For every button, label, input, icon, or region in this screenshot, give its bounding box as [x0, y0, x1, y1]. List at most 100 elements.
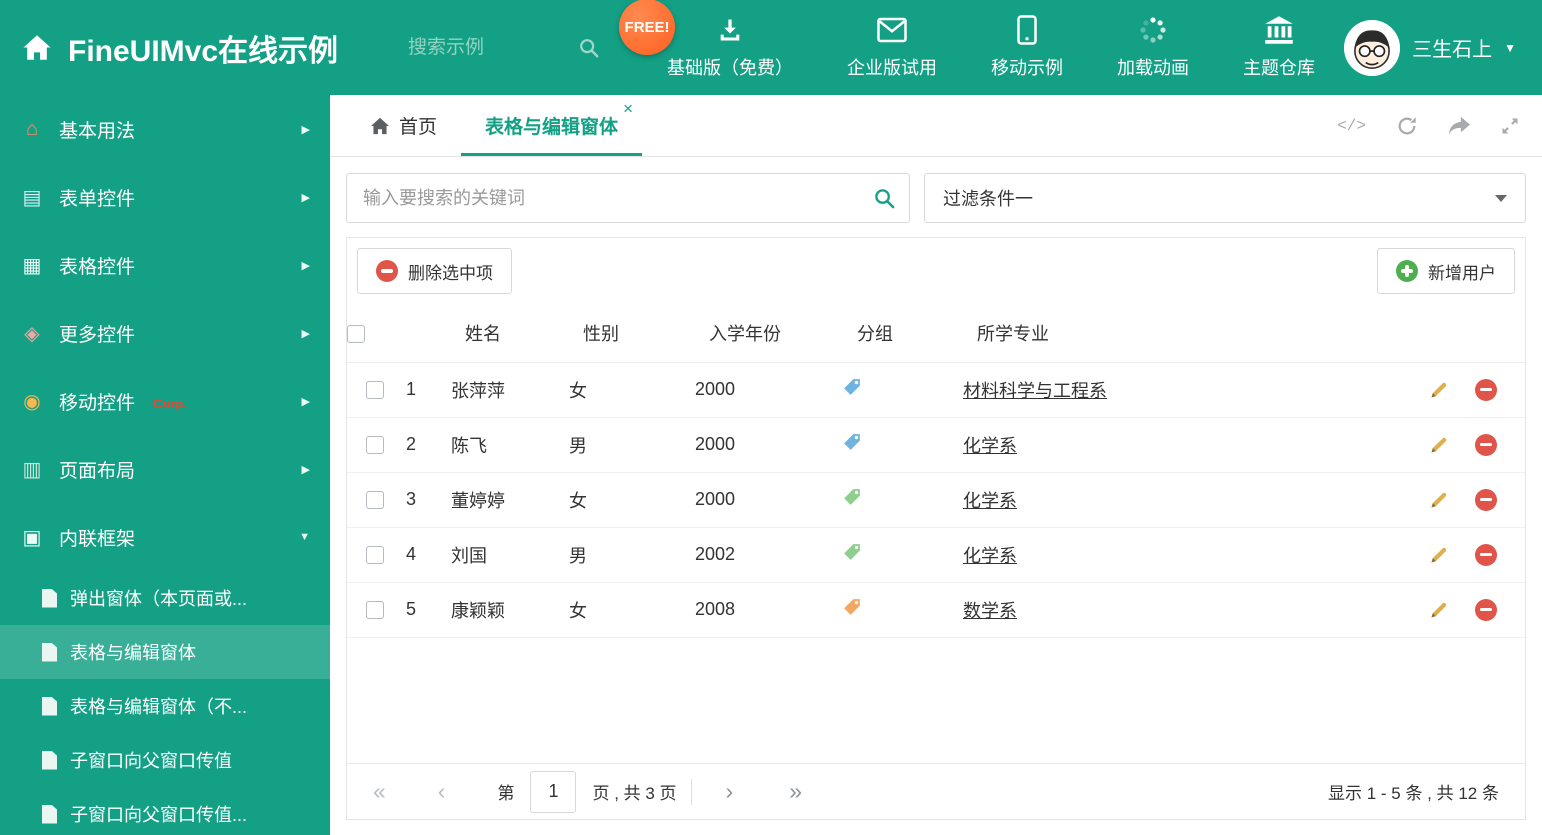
- sidebar-subitem-grid-edit-window-2[interactable]: 表格与编辑窗体（不...: [0, 679, 330, 733]
- col-name: 姓名: [447, 304, 565, 363]
- major-link[interactable]: 化学系: [963, 546, 1017, 566]
- select-all-checkbox[interactable]: [347, 324, 365, 343]
- chevron-down-icon: ▼: [299, 531, 310, 543]
- nav-item-basic-edition[interactable]: FREE! 基础版（免费）: [619, 0, 793, 80]
- tag-icon: [844, 544, 860, 560]
- delete-row-button[interactable]: [1475, 378, 1497, 401]
- page-content: 过滤条件一 删除选中项 新增用户: [330, 157, 1542, 835]
- row-number: 1: [402, 362, 447, 418]
- search-icon[interactable]: [873, 187, 896, 215]
- delete-row-button[interactable]: [1475, 488, 1497, 511]
- delete-row-button[interactable]: [1475, 433, 1497, 456]
- cell-gender: 女: [565, 472, 691, 528]
- row-checkbox[interactable]: [365, 546, 384, 565]
- filter-row: 过滤条件一: [346, 173, 1526, 223]
- prev-page-button[interactable]: ‹: [438, 780, 446, 803]
- sidebar-item-more-controls[interactable]: ◈ 更多控件 ▶: [0, 299, 330, 367]
- major-link[interactable]: 材料科学与工程系: [963, 381, 1107, 401]
- col-major: 所学专业: [959, 304, 1407, 363]
- filter-dropdown[interactable]: 过滤条件一: [924, 173, 1526, 223]
- cell-name: 董婷婷: [447, 472, 565, 528]
- tab-grid-edit-window[interactable]: 表格与编辑窗体 ×: [461, 95, 642, 156]
- home-icon: ⌂: [25, 117, 39, 140]
- delete-row-button[interactable]: [1475, 543, 1497, 566]
- user-name: 三生石上: [1412, 39, 1493, 61]
- sidebar-item-mobile-controls[interactable]: ◉ 移动控件 Corp. ▶: [0, 367, 330, 435]
- main-area: 首页 表格与编辑窗体 × </> 输入要搜索的关键词 过滤条件一 删除选中项 新…: [330, 95, 1542, 835]
- source-code-icon[interactable]: </>: [1337, 117, 1366, 135]
- page-number-input[interactable]: [530, 770, 577, 813]
- divider: [690, 778, 692, 805]
- user-menu[interactable]: 三生石上 ▼: [1344, 19, 1542, 76]
- keyword-search-input[interactable]: [346, 173, 910, 223]
- free-badge: FREE!: [619, 0, 676, 55]
- major-link[interactable]: 化学系: [963, 436, 1017, 456]
- header-search-input[interactable]: [408, 36, 538, 59]
- search-icon[interactable]: [578, 37, 600, 59]
- keyword-search: [346, 173, 910, 223]
- sidebar-item-form-controls[interactable]: ▤ 表单控件 ▶: [0, 163, 330, 231]
- sidebar-item-grid-controls[interactable]: ▦ 表格控件 ▶: [0, 231, 330, 299]
- sidebar-subitem-grid-edit-window[interactable]: 表格与编辑窗体: [0, 625, 330, 679]
- app-logo[interactable]: FineUIMvc在线示例: [0, 26, 408, 70]
- chevron-right-icon: ▶: [301, 327, 310, 340]
- delete-selected-button[interactable]: 删除选中项: [357, 248, 512, 294]
- edit-button[interactable]: [1429, 545, 1449, 565]
- tag-icon: [844, 379, 860, 395]
- refresh-icon[interactable]: [1396, 115, 1418, 137]
- nav-item-theme-repo[interactable]: 主题仓库: [1243, 15, 1315, 80]
- envelope-icon: [877, 15, 907, 45]
- expand-icon[interactable]: [1500, 116, 1520, 136]
- nav-item-enterprise-trial[interactable]: 企业版试用: [847, 15, 937, 80]
- row-checkbox[interactable]: [365, 491, 384, 510]
- cell-gender: 男: [565, 417, 691, 473]
- row-checkbox[interactable]: [365, 601, 384, 620]
- edit-button[interactable]: [1429, 600, 1449, 620]
- sidebar-subitem-child-to-parent[interactable]: 子窗口向父窗口传值: [0, 733, 330, 787]
- cell-year: 2000: [691, 472, 839, 528]
- sidebar-subitem-popup-window[interactable]: 弹出窗体（本页面或...: [0, 571, 330, 625]
- sidebar-item-page-layout[interactable]: ▥ 页面布局 ▶: [0, 435, 330, 503]
- nav-item-loading-animation[interactable]: 加载动画: [1117, 15, 1189, 80]
- close-icon[interactable]: ×: [623, 100, 633, 117]
- major-link[interactable]: 化学系: [963, 491, 1017, 511]
- table-row: 5 康颖颖 女 2008 数学系: [347, 582, 1525, 638]
- edit-button[interactable]: [1429, 490, 1449, 510]
- first-page-button[interactable]: «: [373, 780, 386, 803]
- major-link[interactable]: 数学系: [963, 601, 1017, 621]
- tab-tools: </>: [1337, 95, 1542, 156]
- app-title: FineUIMvc在线示例: [68, 34, 339, 68]
- grid-panel: 删除选中项 新增用户 姓名 性别 入学年份 分组 所学专业 1 张萍萍 女 20…: [346, 237, 1526, 820]
- page-label-suffix: 页 , 共 3 页: [592, 784, 677, 803]
- row-number: 5: [402, 582, 447, 638]
- file-icon: [42, 750, 57, 770]
- share-icon[interactable]: [1448, 116, 1470, 136]
- sidebar-subitem-child-to-parent-2[interactable]: 子窗口向父窗口传值...: [0, 787, 330, 835]
- tab-home[interactable]: 首页: [346, 95, 461, 156]
- last-page-button[interactable]: »: [789, 780, 802, 803]
- edit-button[interactable]: [1429, 435, 1449, 455]
- edit-button[interactable]: [1429, 380, 1449, 400]
- sidebar-item-inline-frame[interactable]: ▣ 内联框架 ▼: [0, 503, 330, 571]
- avatar: [1344, 19, 1401, 76]
- delete-row-button[interactable]: [1475, 598, 1497, 621]
- nav-item-mobile-demo[interactable]: 移动示例: [991, 15, 1063, 80]
- tag-icon: [844, 489, 860, 505]
- add-user-button[interactable]: 新增用户: [1377, 248, 1515, 294]
- signal-icon: ◉: [23, 390, 41, 413]
- row-checkbox[interactable]: [365, 436, 384, 455]
- spinner-icon: [1138, 15, 1168, 45]
- data-table: 姓名 性别 入学年份 分组 所学专业 1 张萍萍 女 2000 材料科学与工程系…: [347, 304, 1525, 638]
- file-icon: [42, 588, 57, 608]
- col-group: 分组: [839, 304, 959, 363]
- home-icon: [23, 35, 51, 60]
- sidebar-item-basic-usage[interactable]: ⌂ 基本用法 ▶: [0, 95, 330, 163]
- row-number: 3: [402, 472, 447, 528]
- caret-down-icon: [1495, 194, 1507, 202]
- tag-icon: [844, 599, 860, 615]
- row-checkbox[interactable]: [365, 381, 384, 400]
- cell-year: 2008: [691, 582, 839, 638]
- next-page-button[interactable]: ›: [726, 780, 734, 803]
- bank-icon: [1264, 15, 1294, 45]
- row-number: 4: [402, 527, 447, 583]
